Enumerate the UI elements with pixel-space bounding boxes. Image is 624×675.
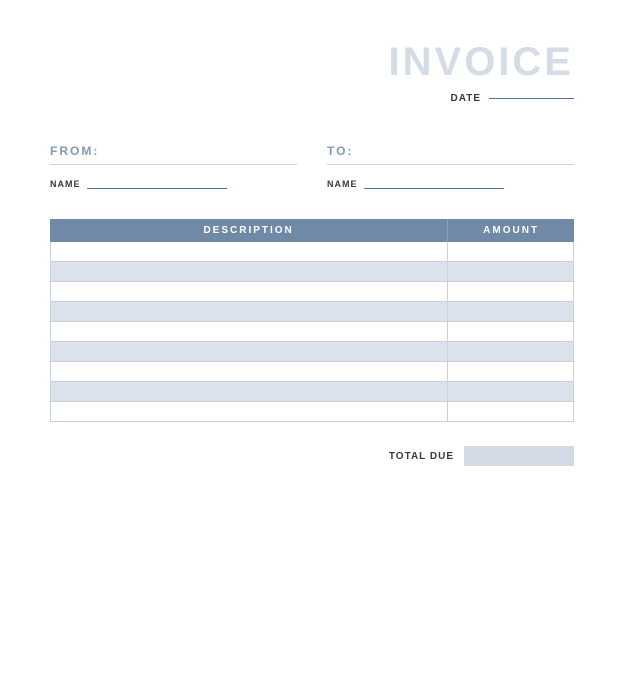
description-cell[interactable]	[50, 402, 448, 422]
description-cell[interactable]	[50, 382, 448, 402]
from-name-field[interactable]	[87, 188, 227, 189]
amount-cell[interactable]	[448, 262, 574, 282]
description-cell[interactable]	[50, 262, 448, 282]
date-row: DATE	[50, 93, 574, 104]
table-row	[50, 402, 574, 422]
table-row	[50, 262, 574, 282]
total-row: TOTAL DUE	[50, 446, 574, 466]
amount-cell[interactable]	[448, 342, 574, 362]
table-row	[50, 342, 574, 362]
table-row	[50, 282, 574, 302]
amount-cell[interactable]	[448, 242, 574, 262]
to-party: TO: NAME	[327, 144, 574, 189]
description-cell[interactable]	[50, 342, 448, 362]
amount-cell[interactable]	[448, 362, 574, 382]
description-cell[interactable]	[50, 282, 448, 302]
date-label: DATE	[451, 93, 481, 104]
description-cell[interactable]	[50, 242, 448, 262]
to-name-field[interactable]	[364, 188, 504, 189]
description-cell[interactable]	[50, 322, 448, 342]
total-label: TOTAL DUE	[389, 451, 454, 462]
table-row	[50, 382, 574, 402]
invoice-header: INVOICE DATE	[50, 40, 574, 104]
table-row	[50, 242, 574, 262]
invoice-title: INVOICE	[50, 40, 574, 85]
table-row	[50, 302, 574, 322]
from-name-row: NAME	[50, 179, 297, 189]
to-name-row: NAME	[327, 179, 574, 189]
amount-cell[interactable]	[448, 382, 574, 402]
from-label: FROM:	[50, 144, 297, 165]
from-name-label: NAME	[50, 179, 81, 189]
amount-cell[interactable]	[448, 282, 574, 302]
date-field[interactable]	[489, 98, 574, 99]
description-cell[interactable]	[50, 302, 448, 322]
from-party: FROM: NAME	[50, 144, 297, 189]
parties-section: FROM: NAME TO: NAME	[50, 144, 574, 189]
amount-header: AMOUNT	[448, 219, 574, 242]
line-items-table: DESCRIPTION AMOUNT	[50, 219, 574, 422]
line-items-body	[50, 242, 574, 422]
table-row	[50, 362, 574, 382]
to-name-label: NAME	[327, 179, 358, 189]
description-header: DESCRIPTION	[50, 219, 448, 242]
amount-cell[interactable]	[448, 322, 574, 342]
description-cell[interactable]	[50, 362, 448, 382]
amount-cell[interactable]	[448, 402, 574, 422]
to-label: TO:	[327, 144, 574, 165]
table-row	[50, 322, 574, 342]
total-field[interactable]	[464, 446, 574, 466]
amount-cell[interactable]	[448, 302, 574, 322]
